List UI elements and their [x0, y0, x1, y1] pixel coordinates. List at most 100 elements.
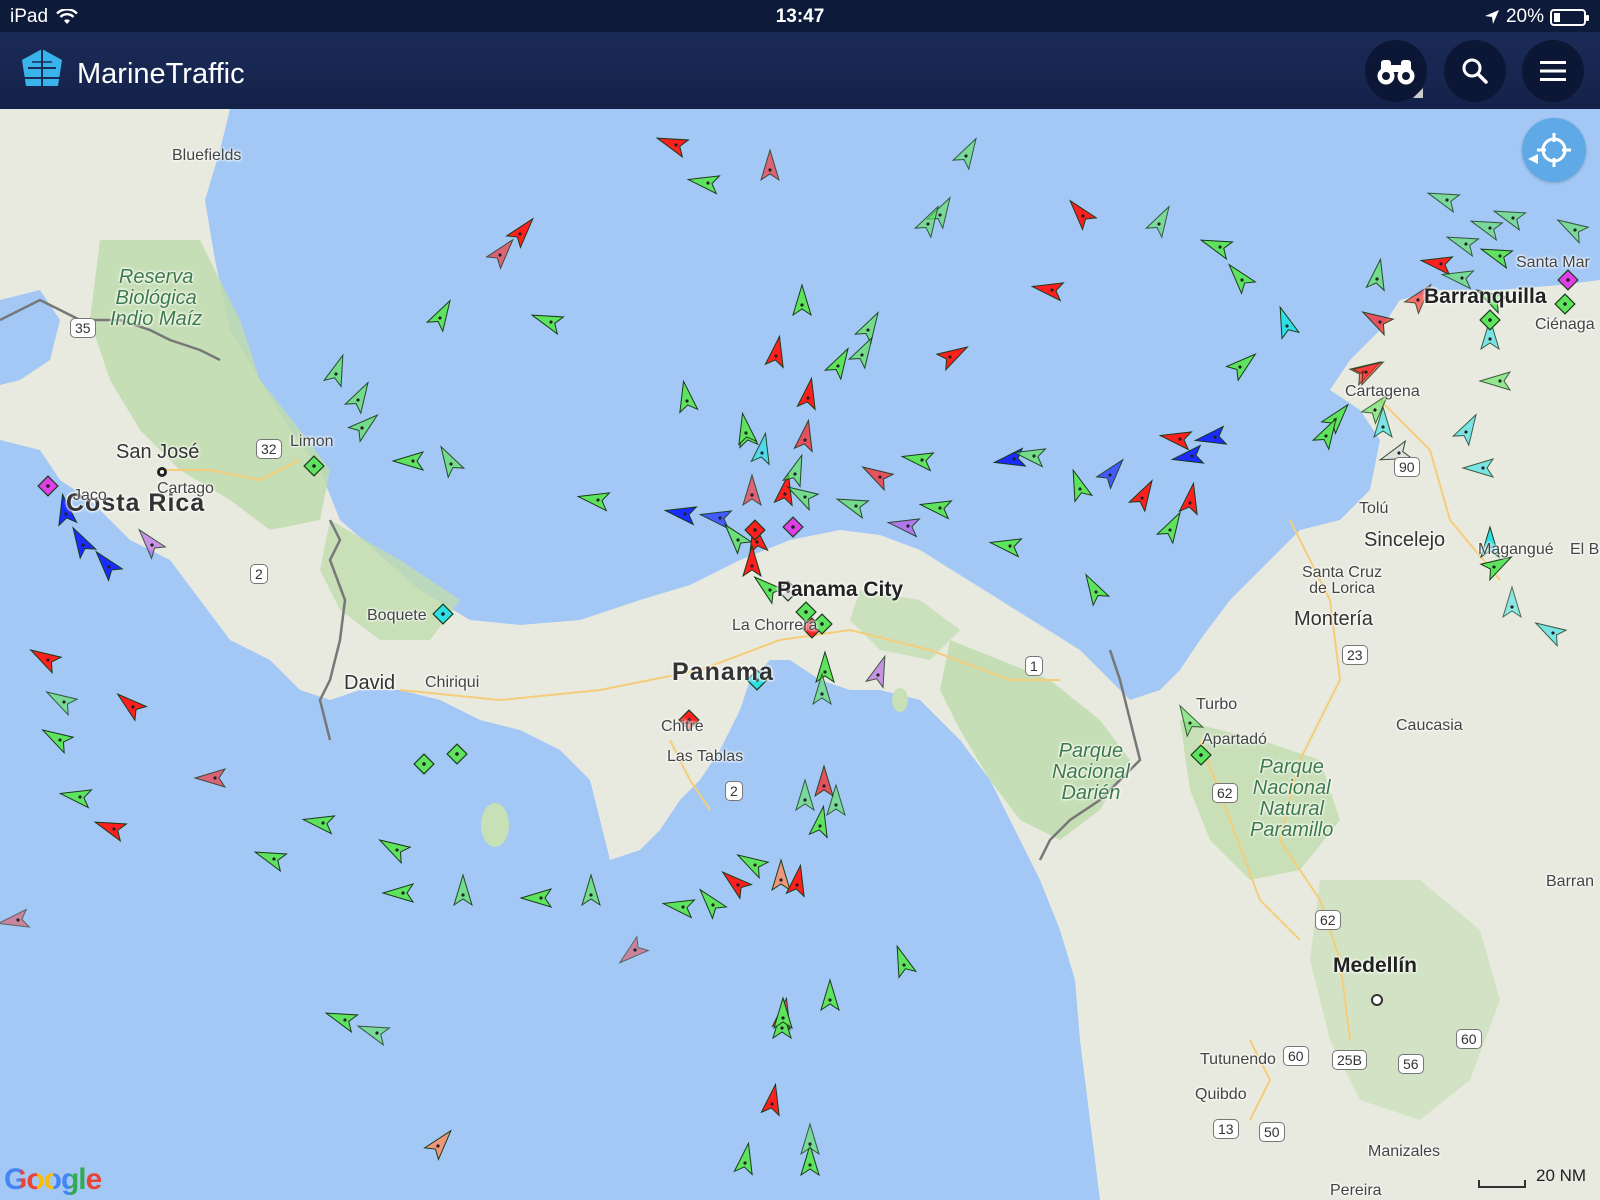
vessel-marker[interactable] [764, 334, 788, 369]
anchored-vessel-marker[interactable] [446, 743, 468, 765]
vessel-marker[interactable] [1225, 347, 1262, 382]
vessel-marker[interactable] [733, 1141, 757, 1176]
vessel-marker[interactable] [1095, 454, 1130, 490]
vessel-marker[interactable] [1468, 213, 1504, 242]
anchored-vessel-marker[interactable] [744, 519, 766, 541]
vessel-marker[interactable] [1451, 410, 1484, 447]
vessel-marker[interactable] [112, 687, 148, 722]
vessel-marker[interactable] [425, 296, 458, 333]
vessel-marker[interactable] [771, 858, 791, 892]
vessel-marker[interactable] [886, 514, 921, 538]
vessel-marker[interactable] [1222, 259, 1257, 295]
anchored-vessel-marker[interactable] [413, 753, 435, 775]
vessel-marker[interactable] [301, 811, 336, 835]
vessel-marker[interactable] [65, 523, 98, 560]
vessel-marker[interactable] [889, 943, 918, 979]
vessel-marker[interactable] [1365, 257, 1389, 292]
vessel-marker[interactable] [1502, 585, 1522, 619]
menu-button[interactable] [1522, 40, 1584, 102]
anchored-vessel-marker[interactable] [1554, 293, 1576, 315]
vessel-marker[interactable] [814, 764, 834, 798]
vessel-marker[interactable] [1155, 508, 1188, 545]
vessel-marker[interactable] [1419, 252, 1454, 276]
vessel-marker[interactable] [951, 134, 984, 171]
vessel-marker[interactable] [661, 895, 696, 919]
vessel-marker[interactable] [1478, 241, 1514, 270]
vessel-marker[interactable] [1063, 195, 1098, 231]
vessel-marker[interactable] [42, 684, 79, 717]
vessel-marker[interactable] [823, 344, 856, 381]
vessel-marker[interactable] [1144, 202, 1177, 239]
vessel-marker[interactable] [519, 888, 553, 908]
vessel-marker[interactable] [820, 978, 840, 1012]
vessel-marker[interactable] [323, 1005, 359, 1034]
vessel-marker[interactable] [1358, 304, 1395, 337]
vessel-marker[interactable] [581, 873, 601, 907]
vessel-marker[interactable] [26, 642, 63, 675]
vessel-marker[interactable] [858, 459, 895, 492]
vessel-marker[interactable] [793, 418, 817, 453]
search-button[interactable] [1444, 40, 1506, 102]
vessel-marker[interactable] [1478, 371, 1512, 391]
anchored-vessel-marker[interactable] [303, 455, 325, 477]
vessel-marker[interactable] [433, 442, 466, 479]
vessel-marker[interactable] [38, 722, 75, 755]
locate-me-button[interactable] [1522, 118, 1586, 182]
anchored-vessel-marker[interactable] [432, 603, 454, 625]
vessel-marker[interactable] [785, 863, 809, 898]
vessel-marker[interactable] [0, 908, 31, 932]
vessel-marker[interactable] [815, 650, 835, 684]
vessel-marker[interactable] [1531, 615, 1568, 648]
vessel-marker[interactable] [834, 491, 870, 520]
vessel-marker[interactable] [1553, 212, 1590, 245]
vessel-marker[interactable] [796, 376, 820, 411]
anchored-vessel-marker[interactable] [37, 475, 59, 497]
marinetraffic-logo-icon[interactable] [18, 46, 66, 92]
vessel-marker[interactable] [988, 534, 1023, 558]
vessel-marker[interactable] [1065, 467, 1094, 503]
vessel-marker[interactable] [89, 546, 124, 582]
map-view[interactable]: Costa Rica Panama San José Panama City C… [0, 109, 1600, 1200]
vessel-marker[interactable] [1272, 304, 1301, 340]
vessel-marker[interactable] [918, 496, 953, 520]
vessel-marker[interactable] [760, 148, 780, 182]
vessel-marker[interactable] [1351, 354, 1388, 387]
vessel-marker[interactable] [193, 768, 227, 788]
vessel-marker[interactable] [252, 844, 288, 873]
vessel-marker[interactable] [92, 814, 128, 843]
vessel-marker[interactable] [733, 847, 770, 880]
vessel-marker[interactable] [742, 544, 762, 578]
vessel-marker[interactable] [792, 283, 812, 317]
binoculars-button[interactable] [1365, 40, 1427, 102]
vessel-marker[interactable] [322, 352, 351, 388]
vessel-marker[interactable] [654, 130, 690, 159]
vessel-marker[interactable] [675, 379, 699, 414]
vessel-marker[interactable] [1198, 232, 1234, 261]
vessel-marker[interactable] [347, 408, 384, 443]
vessel-marker[interactable] [847, 333, 880, 370]
vessel-marker[interactable] [423, 1125, 458, 1161]
vessel-marker[interactable] [935, 339, 972, 372]
vessel-marker[interactable] [760, 1082, 784, 1117]
anchored-vessel-marker[interactable] [782, 516, 804, 538]
vessel-marker[interactable] [132, 524, 167, 560]
vessel-marker[interactable] [355, 1018, 391, 1047]
vessel-marker[interactable] [750, 431, 774, 466]
vessel-marker[interactable] [485, 234, 520, 270]
vessel-marker[interactable] [795, 778, 815, 812]
vessel-marker[interactable] [381, 883, 415, 903]
vessel-marker[interactable] [663, 502, 698, 526]
vessel-marker[interactable] [576, 488, 611, 512]
vessel-marker[interactable] [1425, 185, 1461, 214]
vessel-marker[interactable] [391, 451, 425, 471]
vessel-marker[interactable] [375, 832, 412, 865]
vessel-marker[interactable] [717, 865, 753, 900]
vessel-marker[interactable] [1078, 570, 1111, 607]
vessel-marker[interactable] [1030, 278, 1065, 302]
vessel-marker[interactable] [453, 873, 473, 907]
vessel-marker[interactable] [742, 473, 762, 507]
anchored-vessel-marker[interactable] [1557, 269, 1579, 291]
vessel-marker[interactable] [343, 378, 376, 415]
vessel-marker[interactable] [58, 785, 93, 809]
vessel-marker[interactable] [864, 653, 893, 689]
